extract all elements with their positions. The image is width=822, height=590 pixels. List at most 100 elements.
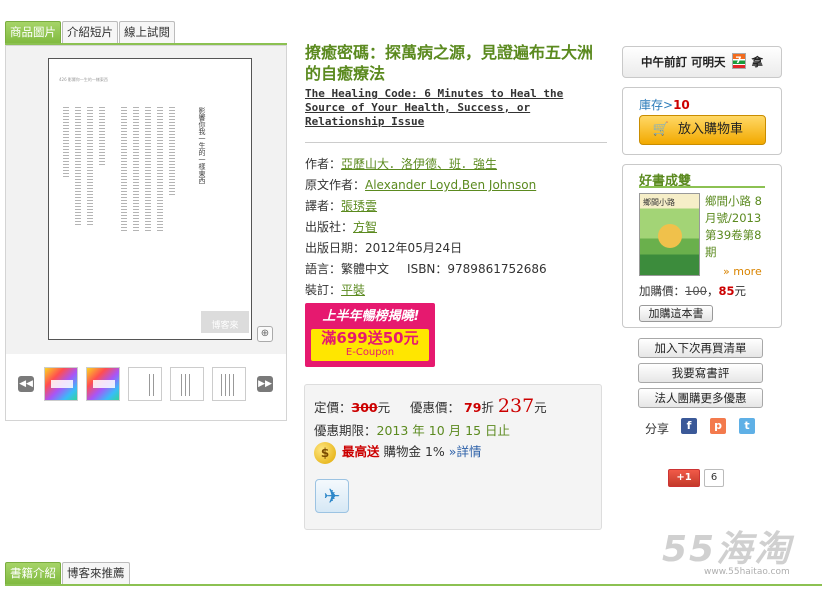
text-column (121, 107, 127, 231)
divider (305, 142, 607, 143)
sale-price-unit: 元 (534, 400, 547, 415)
seven-eleven-pickup[interactable]: 中午前訂 可明天 7 拿 (622, 46, 782, 78)
page-preview[interactable]: 426 影響你一生的一樣東西 影響你我一生的一樣東西 博客來 ⊕ (6, 46, 286, 354)
corporate-purchase-button[interactable]: 法人團購更多優惠 (638, 388, 763, 408)
translator-link[interactable]: 張琇雲 (341, 199, 377, 213)
promo-offer: 滿699送50元 (321, 329, 419, 347)
write-review-button[interactable]: 我要寫書評 (638, 363, 763, 383)
translator-row: 譯者：張琇雲 (305, 196, 615, 217)
preview-watermark: 博客來 (201, 311, 249, 333)
binding-label: 裝訂： (305, 283, 342, 297)
twitter-icon[interactable]: t (739, 418, 755, 434)
binding-link[interactable]: 平裝 (341, 283, 365, 297)
book-subtitle[interactable]: The Healing Code: 6 Minutes to Heal the … (305, 87, 605, 129)
discount-rate: 79 (464, 400, 482, 415)
promo-banner[interactable]: 上半年暢榜揭曉! 滿699送50元 E-Coupon (305, 303, 435, 367)
discount-unit: 折 (481, 400, 494, 415)
next-arrow-icon[interactable]: ▶▶ (257, 376, 273, 392)
share-label: 分享 (645, 422, 670, 436)
bundle-old-price: 100 (685, 284, 707, 298)
facebook-icon[interactable]: f (681, 418, 697, 434)
pickup-text: 中午前訂 可明天 (640, 55, 726, 69)
points-highlight: 最高送 (342, 444, 380, 459)
tab-book-intro[interactable]: 書籍介紹 (5, 562, 61, 585)
list-price: 300 (351, 400, 378, 415)
thumbnail[interactable] (212, 367, 246, 401)
image-gallery: 426 影響你一生的一樣東西 影響你我一生的一樣東西 博客來 ⊕ ◀◀ ▶▶ (5, 45, 287, 421)
bundle-new-price: 85 (718, 284, 735, 298)
period-row: 優惠期限：2013 年 10 月 15 日止 (314, 420, 510, 439)
preview-page-header: 426 影響你一生的一樣東西 (59, 77, 108, 82)
prev-arrow-icon[interactable]: ◀◀ (18, 376, 34, 392)
text-column (99, 107, 105, 167)
seven-eleven-icon: 7 (731, 53, 746, 69)
thumbnail[interactable] (170, 367, 204, 401)
publisher-label: 出版社： (305, 220, 354, 234)
list-price-unit: 元 (377, 400, 391, 415)
orig-author-label: 原文作者： (305, 178, 366, 192)
promo-ecoupon: E-Coupon (345, 347, 395, 358)
google-plus-count: 6 (704, 469, 724, 487)
sale-price-label: 優惠價： (410, 400, 461, 415)
promo-banner-headline: 上半年暢榜揭曉! (322, 309, 420, 324)
stock-label: 庫存> (639, 98, 674, 112)
pickup-suffix: 拿 (751, 55, 764, 69)
promo-coupon-box: 滿699送50元 E-Coupon (311, 329, 429, 361)
image-tabs: 商品圖片 介紹短片 線上試閱 (5, 21, 176, 44)
cart-icon: 🛒 (652, 122, 670, 137)
thumbnail[interactable] (44, 367, 78, 401)
zoom-icon[interactable]: ⊕ (257, 326, 273, 342)
isbn-label: ISBN： (407, 262, 448, 276)
thumbnail[interactable] (86, 367, 120, 401)
google-plus-button[interactable]: +1 (668, 469, 700, 487)
add-to-cart-button[interactable]: 🛒 放入購物車 (639, 115, 766, 145)
publisher-link[interactable]: 方智 (353, 220, 377, 234)
stock-status: 庫存>10 (639, 96, 690, 113)
author-link[interactable]: 亞歷山大．洛伊德、班．強生 (341, 157, 497, 171)
wishlist-button[interactable]: 加入下次再買清單 (638, 338, 763, 358)
bundle-book-cover[interactable]: 鄉間小路 (639, 193, 700, 276)
add-to-cart-label: 放入購物車 (678, 122, 744, 137)
lang-row: 語言：繁體中文 ISBN：9789861752686 (305, 259, 615, 280)
author-row: 作者：亞歷山大．洛伊德、班．強生 (305, 154, 615, 175)
tab-images[interactable]: 商品圖片 (5, 21, 61, 44)
binding-row: 裝訂：平裝 (305, 280, 615, 301)
sale-price: 237 (497, 395, 535, 417)
bundle-price-unit: 元 (734, 284, 746, 298)
text-column (75, 107, 81, 227)
period: 2013 年 10 月 15 日止 (376, 423, 511, 438)
text-column (157, 107, 163, 231)
publisher-row: 出版社：方智 (305, 217, 615, 238)
pub-date: 2012年05月24日 (365, 241, 463, 255)
thumbnail[interactable] (128, 367, 162, 401)
price-row: 定價：300元 優惠價： 79折 237元 (314, 395, 547, 417)
site-watermark: 55海淘 www.55haitao.com (662, 520, 822, 590)
thumbnail-strip: ◀◀ ▶▶ (6, 364, 286, 404)
tab-video[interactable]: 介紹短片 (62, 21, 118, 44)
book-title: 撩癒密碼：探萬病之源，見證遍布五大洲的自癒療法 (305, 43, 594, 83)
text-column (87, 107, 93, 227)
tab-preview[interactable]: 線上試閱 (119, 21, 175, 44)
tab-blogger-picks[interactable]: 博客來推薦 (62, 562, 130, 585)
stock-count: 10 (673, 98, 690, 112)
orig-author-row: 原文作者：Alexander Loyd,Ben Johnson (305, 175, 615, 196)
coin-icon: $ (314, 441, 336, 464)
watermark-url: www.55haitao.com (704, 567, 790, 577)
book-info: 作者：亞歷山大．洛伊德、班．強生 原文作者：Alexander Loyd,Ben… (305, 154, 615, 301)
lang-label: 語言： (305, 262, 342, 276)
price-box: 定價：300元 優惠價： 79折 237元 優惠期限：2013 年 10 月 1… (304, 384, 602, 530)
description-tabs: 書籍介紹 博客來推薦 (5, 562, 131, 585)
details-link[interactable]: »詳情 (449, 444, 482, 459)
airplane-icon[interactable]: ✈ (315, 479, 349, 513)
orig-author-link[interactable]: Alexander Loyd,Ben Johnson (365, 178, 536, 192)
more-link[interactable]: » more (723, 265, 762, 278)
author-label: 作者： (305, 157, 342, 171)
bundle-book-title[interactable]: 鄉間小路 8月號/2013 第39卷第8期 (705, 193, 769, 261)
date-row: 出版日期：2012年05月24日 (305, 238, 615, 259)
text-column (63, 107, 69, 177)
plurk-icon[interactable]: p (710, 418, 726, 434)
period-label: 優惠期限： (314, 423, 377, 438)
preview-page: 426 影響你一生的一樣東西 影響你我一生的一樣東西 博客來 (48, 58, 252, 340)
add-bundle-button[interactable]: 加購這本書 (639, 305, 713, 322)
text-column (169, 107, 175, 197)
